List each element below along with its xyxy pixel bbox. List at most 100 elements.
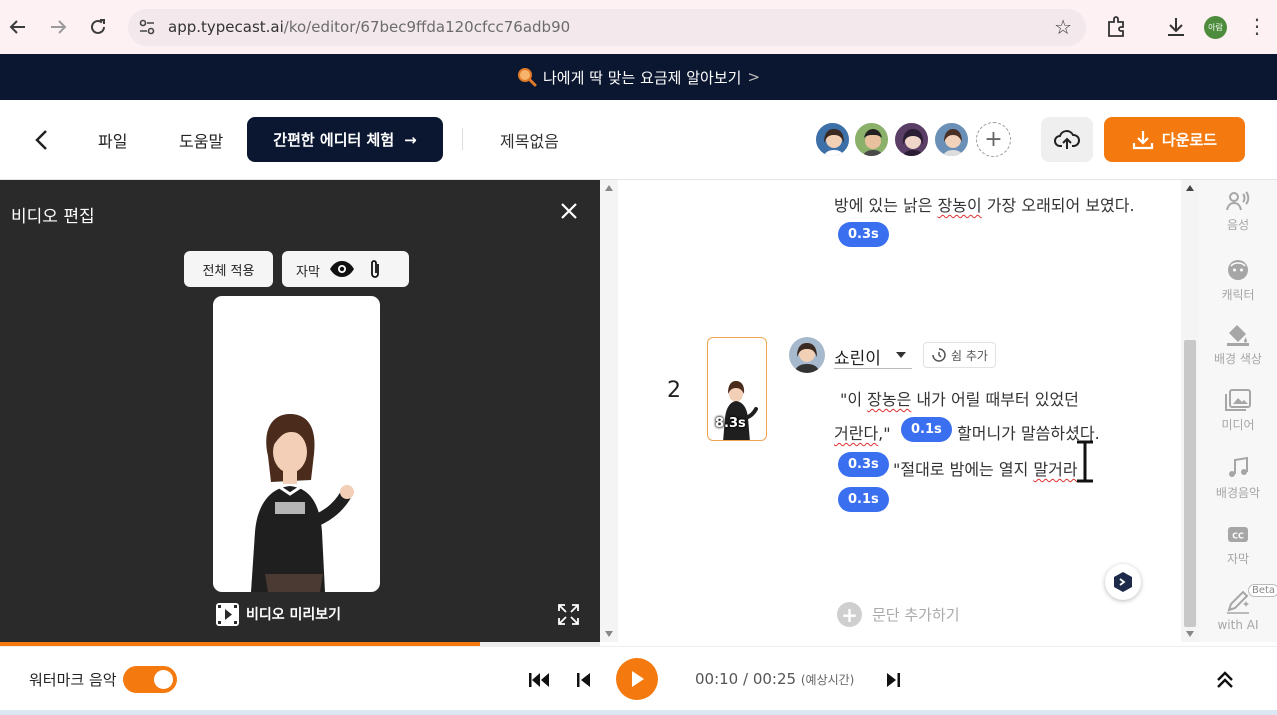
character-icon [1228,260,1248,280]
play-button[interactable] [616,658,658,700]
tool-voice[interactable]: 음성 [1199,190,1277,233]
back-chevron-icon[interactable] [30,127,54,153]
svg-text:CC: CC [1232,532,1244,541]
double-chevron-up-icon[interactable] [1213,668,1237,692]
character-avatar[interactable] [789,337,825,373]
tool-media[interactable]: 미디어 [1199,388,1277,433]
document-title[interactable]: 제목없음 [500,128,559,152]
address-bar[interactable]: app.typecast.ai/ko/editor/67bec9ffda120c… [128,9,1086,46]
character-avatar-2[interactable] [853,121,890,158]
video-preview[interactable] [213,296,380,592]
close-icon[interactable] [558,200,580,222]
eye-icon[interactable] [329,260,355,278]
window-bottom-edge [0,710,1277,715]
url-text: app.typecast.ai/ko/editor/67bec9ffda120c… [168,18,571,36]
chevron-down-icon[interactable] [896,352,906,358]
pause-badge[interactable]: 0.1s [838,487,889,512]
download-button[interactable]: 다운로드 [1104,117,1245,162]
script-editor: 방에 있는 낡은 장농이 가장 오래되어 보였다. 0.3s 2 8.3s 쇼린… [618,180,1181,642]
player-bar: 워터마크 음악 00:10 / 00:25 (예상시간) [0,646,1277,710]
add-rest-button[interactable]: 쉼 추가 [923,342,996,368]
add-rest-label: 쉼 추가 [951,348,988,363]
script-right-scrollbar[interactable] [1181,180,1199,642]
tool-character[interactable]: 캐릭터 [1199,258,1277,303]
scroll-up-icon[interactable] [1186,185,1194,191]
character-name[interactable]: 쇼린이 [834,344,881,369]
profile-avatar[interactable]: 아람 [1204,16,1227,39]
menu-file[interactable]: 파일 [98,128,127,152]
pause-badge[interactable]: 0.3s [838,222,889,247]
download-label: 다운로드 [1161,131,1218,149]
character-avatar-3[interactable] [893,121,930,158]
magnifier-icon [517,68,537,87]
video-play-icon [216,602,239,626]
tool-bgm[interactable]: 배경음악 [1199,456,1277,501]
site-settings-icon[interactable] [138,18,156,36]
menu-help[interactable]: 도움말 [179,128,223,152]
scene-thumbnail[interactable]: 8.3s [707,337,767,441]
timer-icon [932,348,946,362]
video-preview-button[interactable]: 비디오 미리보기 [215,601,341,627]
easy-editor-button[interactable]: 간편한 에디터 체험 → [247,117,443,162]
plus-circle-icon: + [837,602,862,627]
cloud-save-button[interactable] [1041,117,1093,162]
pause-badge[interactable]: 0.3s [838,452,889,477]
scroll-down-icon[interactable] [605,631,613,637]
subtitle-controls: 자막 [282,251,409,287]
scroll-down-icon[interactable] [1186,631,1194,637]
script-left-scrollbar[interactable] [600,180,618,642]
fullscreen-icon[interactable] [557,603,580,626]
paint-bucket-icon [1227,325,1249,346]
play-icon [632,671,644,687]
preview-label-text: 비디오 미리보기 [246,607,342,623]
pricing-banner[interactable]: 나에게 딱 맞는 요금제 알아보기 > [0,54,1277,100]
bookmark-star-icon[interactable]: ☆ [1054,15,1072,39]
ai-edit-icon [1227,590,1249,614]
script-line-1[interactable]: "이 장농은 내가 어릴 때부터 있었던 [840,386,1079,410]
download-icon[interactable] [1163,14,1189,40]
character-avatar-4[interactable] [933,121,970,158]
extensions-icon[interactable] [1104,14,1130,40]
panel-title: 비디오 편집 [11,207,95,227]
tools-sidebar: 음성 캐릭터 배경 색상 미디어 배경음악 CC 자막 with AI [1199,180,1277,642]
text-cursor-icon [1077,440,1093,483]
music-icon [1229,456,1248,477]
skip-to-start-icon[interactable] [526,667,552,693]
previous-icon[interactable] [571,667,597,693]
arrow-right-icon: → [404,130,417,149]
playback-time: 00:10 / 00:25 (예상시간) [695,670,855,688]
add-paragraph-button[interactable]: + 문단 추가하기 [837,602,960,627]
scene-duration: 8.3s [715,416,746,431]
banner-text: 나에게 딱 맞는 요금제 알아보기 [542,68,742,87]
watermark-music-toggle[interactable] [123,666,177,693]
character-select-underline [834,368,912,369]
tool-background-color[interactable]: 배경 색상 [1199,322,1277,367]
forward-arrow-icon[interactable] [43,12,73,42]
scroll-up-icon[interactable] [605,185,613,191]
apply-all-button[interactable]: 전체 적용 [184,251,273,287]
add-character-button[interactable]: + [976,122,1011,157]
paperclip-icon[interactable] [368,258,384,280]
assistant-fab[interactable] [1105,564,1141,600]
tool-subtitle[interactable]: CC 자막 [1199,524,1277,567]
chevron-right-icon: > [747,68,761,86]
next-icon[interactable] [880,667,906,693]
more-menu-icon[interactable]: ⋮ [1247,14,1267,38]
script-line-2a[interactable]: 거란다," [834,420,891,444]
add-paragraph-label: 문단 추가하기 [872,606,960,624]
script-line-top[interactable]: 방에 있는 낡은 장농이 가장 오래되어 보였다. [834,192,1135,216]
subtitle-label: 자막 [296,265,320,280]
pause-badge[interactable]: 0.1s [901,417,952,442]
media-icon [1225,389,1251,411]
scrollbar-thumb[interactable] [1184,340,1196,627]
character-avatar-1[interactable] [814,121,851,158]
assistant-hex-icon [1114,572,1132,592]
video-edit-panel: 비디오 편집 전체 적용 자막 비디오 미리보기 [0,180,600,642]
back-arrow-icon[interactable] [3,12,33,42]
reload-icon[interactable] [83,12,113,42]
paragraph-number: 2 [667,378,681,403]
browser-toolbar: app.typecast.ai/ko/editor/67bec9ffda120c… [0,0,1277,54]
cc-icon: CC [1228,527,1248,542]
voice-icon [1226,191,1250,211]
script-line-3[interactable]: "절대로 밤에는 열지 말거라 [893,456,1078,480]
